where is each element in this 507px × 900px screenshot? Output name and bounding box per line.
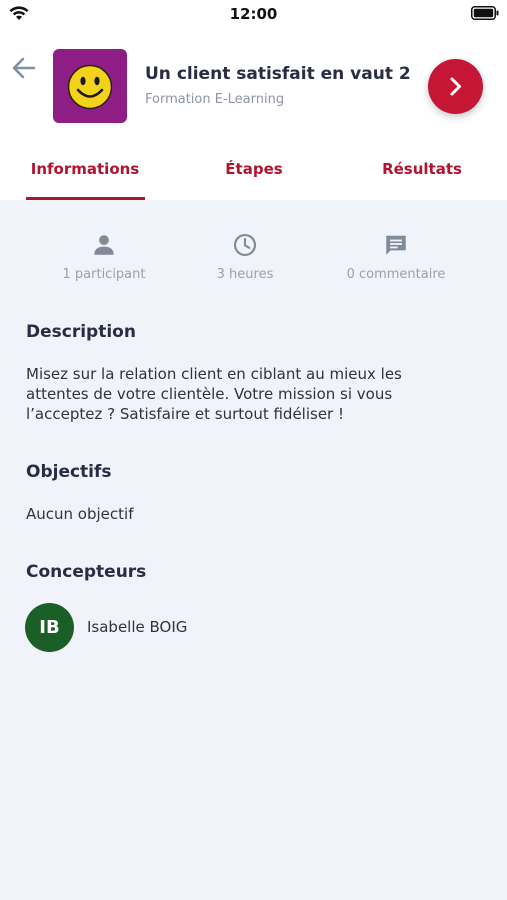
smiley-icon <box>67 64 113 110</box>
description-line: attentes de votre clientèle. Votre missi… <box>26 385 393 403</box>
avatar: IB <box>25 603 74 652</box>
designer-name: Isabelle BOIG <box>87 618 188 636</box>
tab-informations[interactable]: Informations <box>5 160 165 178</box>
stat-duration-label: 3 heures <box>216 267 274 282</box>
designers-heading: Concepteurs <box>26 562 147 582</box>
description-text: Misez sur la relation client en ciblant … <box>26 364 446 424</box>
tab-etapes[interactable]: Étapes <box>174 160 334 178</box>
stat-duration: 3 heures <box>175 232 315 282</box>
back-arrow-icon[interactable] <box>10 54 38 82</box>
description-heading: Description <box>26 322 136 342</box>
battery-icon <box>471 6 499 20</box>
stat-comments-label: 0 commentaire <box>346 267 446 282</box>
stat-participants-label: 1 participant <box>62 267 146 282</box>
course-thumbnail <box>53 49 127 123</box>
chevron-right-icon <box>450 77 461 96</box>
objectives-text: Aucun objectif <box>26 505 134 523</box>
person-icon <box>94 235 114 255</box>
clock-icon <box>233 233 257 257</box>
course-subtitle: Formation E-Learning <box>145 92 285 107</box>
clock: 12:00 <box>229 5 278 23</box>
description-line: Misez sur la relation client en ciblant … <box>26 365 402 383</box>
status-bar: 12:00 <box>0 0 507 30</box>
active-tab-indicator <box>26 197 145 200</box>
description-line: l’acceptez ? Satisfaire et surtout fidél… <box>26 405 345 423</box>
stat-participants: 1 participant <box>34 232 174 282</box>
next-button[interactable] <box>428 59 483 114</box>
course-title: Un client satisfait en vaut 2 <box>145 64 411 84</box>
objectives-heading: Objectifs <box>26 462 112 482</box>
comment-icon <box>386 235 406 255</box>
stat-comments: 0 commentaire <box>326 232 466 282</box>
tab-resultats[interactable]: Résultats <box>342 160 502 178</box>
